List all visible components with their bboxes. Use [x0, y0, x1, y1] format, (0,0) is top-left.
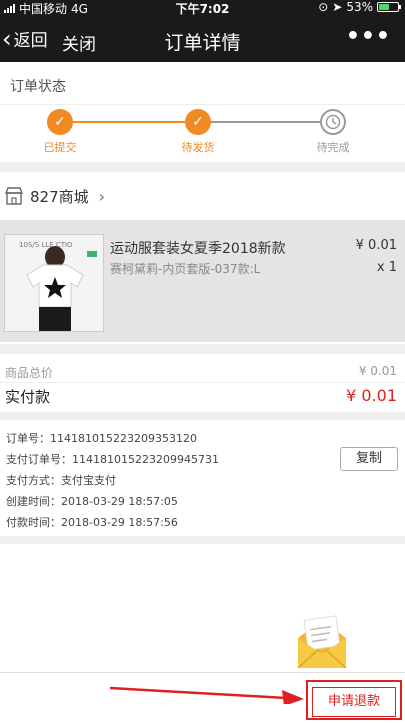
thumb-text: 10S/S LLE CTIO	[19, 241, 73, 249]
step-label-to-ship: 待发货	[181, 141, 215, 154]
order-info-section: 订单号：114181015223209353120 支付订单号：11418101…	[0, 420, 405, 536]
product-thumbnail: 10S/S LLE CTIO	[4, 234, 104, 332]
more-button[interactable]: •••	[346, 24, 391, 49]
section-gap	[0, 412, 405, 420]
paid-time: 付款时间：2018-03-29 18:57:56	[6, 516, 178, 529]
order-status-section: 订单状态 ✓ ✓ 已提交 待发货 待完成	[0, 62, 405, 166]
order-number: 订单号：114181015223209353120	[6, 432, 197, 445]
goods-total-row: 商品总价 ¥ 0.01	[5, 364, 397, 381]
top-bar: 中国移动 4G 下午7:02 ⊙ ➤ 53% ‹ 返回 关闭 订单详情 •••	[0, 0, 405, 62]
shop-name: 827商城	[30, 187, 89, 206]
step-label-submitted: 已提交	[43, 141, 77, 154]
product-variant: 赛柯黛莉-内页套版-037款:L	[110, 262, 261, 276]
totals-section: 商品总价 ¥ 0.01 实付款 ¥ 0.01	[0, 358, 405, 412]
refund-highlight-box	[306, 680, 402, 720]
pay-order-number: 支付订单号：114181015223209945731	[6, 453, 219, 466]
step-check-icon: ✓	[47, 109, 73, 135]
mail-icon[interactable]	[296, 614, 348, 670]
goods-total-label: 商品总价	[5, 366, 54, 380]
order-status-title: 订单状态	[10, 79, 66, 95]
section-gap	[0, 536, 405, 544]
step-line-1	[60, 121, 198, 123]
pay-method: 支付方式：支付宝支付	[6, 474, 116, 487]
goods-total-value: ¥ 0.01	[358, 364, 397, 378]
battery-percent: 53%	[346, 0, 373, 14]
divider	[0, 104, 405, 105]
step-check-icon: ✓	[185, 109, 211, 135]
product-quantity: x 1	[376, 260, 397, 275]
nav-bar: ‹ 返回 关闭 订单详情 •••	[0, 22, 405, 58]
shop-row[interactable]: 827商城 ›	[0, 178, 405, 214]
status-bar: 中国移动 4G 下午7:02 ⊙ ➤ 53%	[0, 0, 405, 16]
red-arrow-icon	[109, 686, 304, 704]
store-icon	[4, 187, 24, 205]
section-gap	[0, 344, 405, 354]
paid-total-label: 实付款	[5, 388, 51, 406]
product-title: 运动服套装女夏季2018新款	[110, 241, 286, 257]
battery-icon	[377, 2, 401, 12]
step-line-2	[198, 121, 333, 123]
copy-button[interactable]: 复制	[340, 447, 398, 471]
chevron-right-icon: ›	[98, 186, 106, 206]
lock-rotation-icon: ⊙	[318, 0, 329, 14]
created-time: 创建时间：2018-03-29 18:57:05	[6, 495, 178, 508]
location-icon: ➤	[332, 0, 343, 14]
product-row[interactable]: 10S/S LLE CTIO 运动服套装女夏季2018新款 赛柯黛莉-内页套版-…	[0, 220, 405, 342]
page-title: 订单详情	[164, 32, 241, 54]
battery-fill	[379, 4, 389, 10]
status-right: ⊙ ➤ 53%	[318, 0, 401, 14]
section-gap	[0, 162, 405, 172]
step-label-to-complete: 待完成	[316, 141, 350, 154]
paid-total-value: ¥ 0.01	[346, 386, 397, 405]
clock-icon	[320, 109, 346, 135]
product-price: ¥ 0.01	[355, 238, 397, 253]
paid-total-row: 实付款 ¥ 0.01	[5, 386, 397, 407]
divider	[0, 382, 405, 383]
